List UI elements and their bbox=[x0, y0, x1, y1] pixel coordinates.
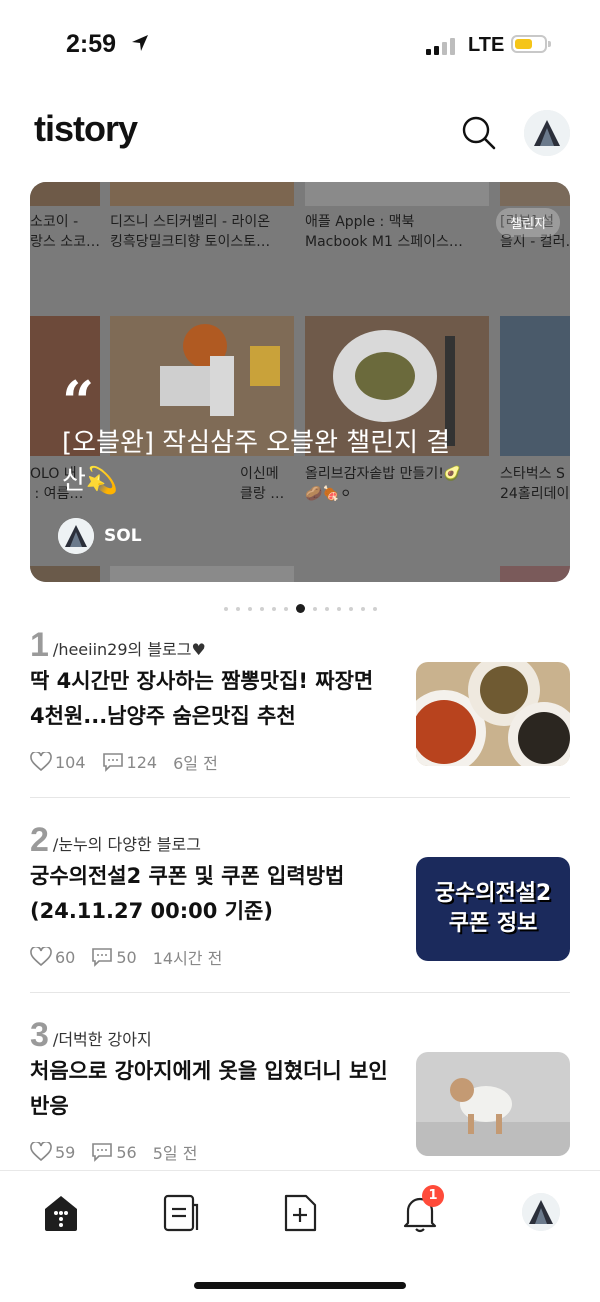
search-icon[interactable] bbox=[460, 114, 498, 152]
like-count: 59 bbox=[55, 1142, 76, 1162]
tile-image bbox=[110, 182, 294, 206]
rank-header: 2 /눈누의 다양한 블로그 bbox=[30, 823, 201, 857]
like-count: 104 bbox=[55, 752, 86, 772]
carousel-dot[interactable] bbox=[372, 606, 377, 611]
tile-image bbox=[500, 316, 570, 456]
tile-caption: 스타벅스 S 24홀리데이 bbox=[500, 466, 570, 502]
carousel-dot[interactable] bbox=[324, 606, 329, 611]
carousel-pagination[interactable] bbox=[0, 598, 600, 617]
battery-icon bbox=[511, 35, 551, 53]
profile-avatar[interactable] bbox=[524, 110, 570, 156]
tile-caption: 소코이 - 랑스 소코… bbox=[30, 214, 100, 250]
comment-count: 124 bbox=[126, 752, 158, 772]
tile-image bbox=[305, 182, 489, 206]
new-post-icon[interactable] bbox=[278, 1191, 322, 1235]
heart-icon[interactable] bbox=[30, 1142, 52, 1162]
carousel-dot[interactable] bbox=[295, 604, 305, 613]
tile-image bbox=[110, 566, 294, 582]
blog-name[interactable]: /heeiin29의 블로그♥ bbox=[53, 636, 206, 660]
list-item[interactable]: 2 /눈누의 다양한 블로그 궁수의전설2 쿠폰 및 쿠폰 입력방법 (24.1… bbox=[30, 823, 570, 1003]
location-arrow-icon bbox=[130, 33, 150, 57]
quote-mark-icon: “ bbox=[62, 369, 95, 435]
tile-image bbox=[30, 182, 100, 206]
comment-count: 56 bbox=[116, 1142, 137, 1162]
tile-caption: 디즈니 스티커벨리 - 라이온 킹흑당밀크티향 토이스토… bbox=[110, 214, 271, 250]
carousel-dot[interactable] bbox=[348, 606, 353, 611]
list-item[interactable]: 1 /heeiin29의 블로그♥ 딱 4시간만 장사하는 짬뽕맛집! 짜장면 … bbox=[30, 628, 570, 808]
post-title[interactable]: 딱 4시간만 장사하는 짬뽕맛집! 짜장면 4천원...남양주 숨은맛집 추천 bbox=[30, 664, 390, 734]
post-time: 5일 전 bbox=[152, 1144, 198, 1163]
tile-image bbox=[30, 566, 100, 582]
carousel-dot[interactable] bbox=[271, 606, 276, 611]
post-time: 6일 전 bbox=[173, 754, 218, 773]
tile-image bbox=[500, 566, 570, 582]
rank-number: 3 bbox=[30, 1016, 49, 1054]
comment-icon[interactable] bbox=[91, 947, 113, 967]
rank-header: 3 /더벅한 강아지 bbox=[30, 1018, 152, 1052]
blog-name[interactable]: /더벅한 강아지 bbox=[53, 1026, 152, 1050]
post-meta: 104 124 6일 전 bbox=[30, 750, 234, 774]
post-meta: 59 56 5일 전 bbox=[30, 1140, 213, 1164]
comment-icon[interactable] bbox=[91, 1142, 113, 1162]
carousel-dot[interactable] bbox=[235, 606, 240, 611]
feed-icon[interactable] bbox=[158, 1191, 202, 1235]
thumbnail-label: 궁수의전설2 쿠폰 정보 bbox=[434, 881, 552, 936]
author-avatar bbox=[58, 518, 94, 554]
profile-tab-avatar[interactable] bbox=[522, 1193, 560, 1231]
status-bar: 2:59 LTE bbox=[0, 0, 600, 90]
featured-banner[interactable]: 소코이 - 랑스 소코… 디즈니 스티커벨리 - 라이온 킹흑당밀크티향 토이스… bbox=[30, 182, 570, 582]
post-title[interactable]: 궁수의전설2 쿠폰 및 쿠폰 입력방법 (24.11.27 00:00 기준) bbox=[30, 859, 390, 929]
comment-icon[interactable] bbox=[102, 752, 124, 772]
heart-icon[interactable] bbox=[30, 947, 52, 967]
carousel-dot[interactable] bbox=[283, 606, 288, 611]
carousel-dot[interactable] bbox=[336, 606, 341, 611]
tistory-logo[interactable]: tistory bbox=[34, 108, 138, 150]
post-thumbnail[interactable] bbox=[416, 662, 570, 766]
rank-number: 1 bbox=[30, 626, 49, 664]
post-thumbnail[interactable]: 궁수의전설2 쿠폰 정보 bbox=[416, 857, 570, 961]
post-title[interactable]: 처음으로 강아지에게 옷을 입혔더니 보인 반응 bbox=[30, 1054, 390, 1124]
app-header: tistory bbox=[0, 100, 600, 170]
banner-author[interactable]: SOL bbox=[58, 518, 142, 554]
cellular-signal-icon bbox=[426, 36, 458, 55]
like-count: 60 bbox=[55, 947, 76, 967]
tile-image bbox=[305, 566, 489, 582]
bottom-nav: 1 bbox=[0, 1170, 600, 1302]
author-name: SOL bbox=[104, 526, 142, 546]
rank-number: 2 bbox=[30, 821, 49, 859]
divider bbox=[30, 797, 570, 798]
tile-caption: 애플 Apple : 맥북 Macbook M1 스페이스… bbox=[305, 214, 463, 250]
post-thumbnail[interactable] bbox=[416, 1052, 570, 1156]
status-time: 2:59 bbox=[66, 30, 117, 58]
network-type: LTE bbox=[468, 34, 505, 56]
notification-badge: 1 bbox=[422, 1185, 444, 1207]
rank-header: 1 /heeiin29의 블로그♥ bbox=[30, 628, 206, 662]
carousel-dot[interactable] bbox=[259, 606, 264, 611]
carousel-dot[interactable] bbox=[223, 606, 228, 611]
blog-name[interactable]: /눈누의 다양한 블로그 bbox=[53, 831, 201, 855]
home-indicator bbox=[194, 1282, 406, 1289]
carousel-dot[interactable] bbox=[360, 606, 365, 611]
divider bbox=[30, 992, 570, 993]
comment-count: 50 bbox=[116, 947, 137, 967]
carousel-dot[interactable] bbox=[312, 606, 317, 611]
heart-icon[interactable] bbox=[30, 752, 52, 772]
carousel-dot[interactable] bbox=[247, 606, 252, 611]
post-time: 14시간 전 bbox=[152, 949, 223, 968]
home-icon[interactable] bbox=[39, 1191, 83, 1235]
post-meta: 60 50 14시간 전 bbox=[30, 945, 238, 969]
challenge-badge: 챌린지 bbox=[496, 208, 560, 237]
tile-image bbox=[500, 182, 570, 206]
banner-title[interactable]: [오블완] 작심삼주 오블완 챌린지 결산💫 bbox=[62, 424, 462, 500]
